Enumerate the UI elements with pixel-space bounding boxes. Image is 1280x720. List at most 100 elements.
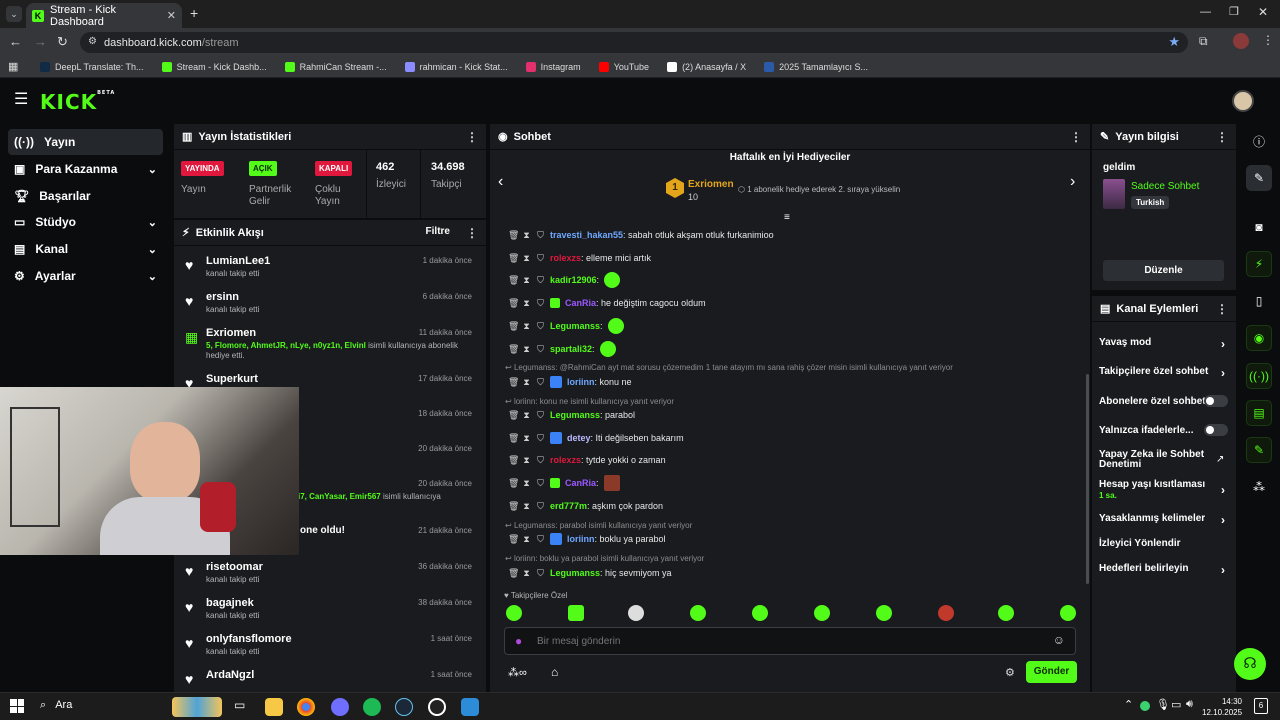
- steam-icon[interactable]: [395, 698, 413, 716]
- timeout-icon[interactable]: ⧗: [522, 321, 531, 332]
- chat-username[interactable]: Legumanss: [550, 410, 600, 420]
- timeout-icon[interactable]: ⧗: [522, 298, 531, 309]
- new-tab-icon[interactable]: +: [190, 5, 198, 21]
- delete-icon[interactable]: 🗑︎: [508, 501, 519, 512]
- browser-tab[interactable]: K Stream - Kick Dashboard ✕: [26, 3, 182, 28]
- bookmark[interactable]: YouTube: [598, 61, 649, 72]
- edit-pencil-icon[interactable]: ✎: [1246, 165, 1272, 191]
- emote-icon[interactable]: [628, 605, 644, 621]
- chat-message-input[interactable]: [537, 632, 1037, 650]
- emote-icon[interactable]: [568, 605, 584, 621]
- ban-icon[interactable]: ⛉: [536, 275, 545, 286]
- delete-icon[interactable]: 🗑︎: [508, 344, 519, 355]
- ban-icon[interactable]: ⛉: [536, 478, 545, 489]
- chat-username[interactable]: Legumanss: [550, 321, 600, 331]
- bookmark[interactable]: RahmiCan Stream -...: [284, 61, 387, 72]
- reload-icon[interactable]: ↻: [57, 34, 68, 50]
- chat-bubble-icon[interactable]: ◉: [1246, 325, 1272, 351]
- chat-username[interactable]: kadir12906: [550, 275, 597, 285]
- bolt-icon[interactable]: ⚡︎: [1246, 251, 1272, 277]
- timeout-icon[interactable]: ⧗: [522, 410, 531, 421]
- bookmark[interactable]: rahmican - Kick Stat...: [404, 61, 508, 72]
- forward-icon[interactable]: →: [34, 34, 47, 49]
- kick-logo[interactable]: KICKBETA: [40, 90, 115, 114]
- sidebar-item-studyo[interactable]: ▭ Stüdyo ⌄: [8, 209, 163, 235]
- bookmark[interactable]: (2) Anasayfa / X: [667, 61, 746, 72]
- action-banned-words[interactable]: Yasaklanmış kelimeler ›: [1099, 513, 1229, 527]
- kebab-menu-icon[interactable]: ⋮: [466, 226, 478, 240]
- back-icon[interactable]: ←: [9, 34, 22, 49]
- timeout-icon[interactable]: ⧗: [522, 478, 531, 489]
- subscribers-only-toggle[interactable]: [1204, 395, 1228, 407]
- chat-username[interactable]: rolexzs: [550, 253, 581, 263]
- delete-icon[interactable]: 🗑︎: [508, 275, 519, 286]
- ban-icon[interactable]: ⛉: [536, 455, 545, 466]
- kebab-menu-icon[interactable]: ⋮: [1216, 130, 1228, 144]
- bookmark[interactable]: DeepL Translate: Th...: [40, 61, 144, 72]
- bookmark[interactable]: Instagram: [525, 61, 581, 72]
- delete-icon[interactable]: 🗑︎: [508, 298, 519, 309]
- emote-icon[interactable]: [506, 605, 522, 621]
- chevron-left-icon[interactable]: ‹: [498, 173, 503, 191]
- points-icon[interactable]: ⁂: [1246, 474, 1272, 500]
- volume-icon[interactable]: 🔊︎: [1186, 698, 1193, 711]
- chat-username[interactable]: detey: [567, 433, 591, 443]
- chat-username[interactable]: rolexzs: [550, 455, 581, 465]
- tray-mic-icon[interactable]: 🎙︎: [1156, 698, 1170, 711]
- timeout-icon[interactable]: ⧗: [522, 275, 531, 286]
- emote-icon[interactable]: [998, 605, 1014, 621]
- timeout-icon[interactable]: ⧗: [522, 568, 531, 579]
- bookmark[interactable]: Stream - Kick Dashb...: [161, 61, 267, 72]
- tab-close-icon[interactable]: ✕: [167, 9, 176, 22]
- chat-username[interactable]: erd777m: [550, 501, 587, 511]
- points-infinity-icon[interactable]: ⁂∞: [508, 666, 527, 679]
- action-host-viewers[interactable]: İzleyici Yönlendir: [1099, 538, 1229, 549]
- emote-icon[interactable]: [814, 605, 830, 621]
- send-button[interactable]: Gönder: [1026, 661, 1077, 683]
- restore-icon[interactable]: ❐: [1229, 5, 1239, 18]
- ban-icon[interactable]: ⛉: [536, 377, 545, 388]
- ban-icon[interactable]: ⛉: [536, 253, 545, 264]
- taskbar-search[interactable]: ⌕ Ara: [40, 699, 72, 712]
- sidebar-item-yayin[interactable]: ((·)) Yayın: [8, 129, 163, 155]
- kebab-menu-icon[interactable]: ⋮: [1070, 130, 1082, 144]
- wrench-icon[interactable]: ✎: [1246, 437, 1272, 463]
- chat-scrollbar[interactable]: [1086, 374, 1089, 584]
- action-followers-only[interactable]: Takipçilere özel sohbet ›: [1099, 366, 1229, 380]
- ban-icon[interactable]: ⛉: [536, 321, 545, 332]
- user-avatar[interactable]: [1232, 90, 1254, 112]
- ban-icon[interactable]: ⛉: [536, 501, 545, 512]
- timeout-icon[interactable]: ⧗: [522, 455, 531, 466]
- action-account-age[interactable]: Hesap yaşı kısıtlaması › 1 sa.: [1099, 479, 1229, 500]
- url-field[interactable]: ⚙ dashboard.kick.com/stream ★: [80, 32, 1188, 53]
- taskbar-clock[interactable]: 14:30 12.10.2025: [1202, 696, 1242, 718]
- notification-badge[interactable]: 6: [1254, 698, 1268, 714]
- emoji-icon[interactable]: ☺: [1053, 633, 1065, 647]
- timeout-icon[interactable]: ⧗: [522, 344, 531, 355]
- delete-icon[interactable]: 🗑︎: [508, 230, 519, 241]
- ban-icon[interactable]: ⛉: [536, 433, 545, 444]
- filter-button[interactable]: Filtre: [426, 226, 450, 237]
- bookmark-star-icon[interactable]: ★: [1168, 34, 1180, 50]
- action-set-goals[interactable]: Hedefleri belirleyin ›: [1099, 563, 1229, 577]
- kebab-menu-icon[interactable]: ⋮: [1216, 302, 1228, 316]
- ban-icon[interactable]: ⛉: [536, 534, 545, 545]
- timeout-icon[interactable]: ⧗: [522, 534, 531, 545]
- action-slow-mode[interactable]: Yavaş mod ›: [1099, 337, 1229, 351]
- tray-chevron-icon[interactable]: ⌃: [1124, 698, 1133, 711]
- window-close-icon[interactable]: ✕: [1258, 5, 1268, 19]
- chat-username[interactable]: spartali32: [550, 344, 592, 354]
- kebab-menu-icon[interactable]: ⋮: [466, 130, 478, 144]
- sidebar-item-para-kazanma[interactable]: ▣ Para Kazanma ⌄: [8, 156, 163, 182]
- timeout-icon[interactable]: ⧗: [522, 253, 531, 264]
- spotify-icon[interactable]: [363, 698, 381, 716]
- discord-icon[interactable]: [331, 698, 349, 716]
- store-icon[interactable]: ⌂: [551, 665, 558, 679]
- ban-icon[interactable]: ⛉: [536, 230, 545, 241]
- ban-icon[interactable]: ⛉: [536, 344, 545, 355]
- tray-status-icon[interactable]: [1140, 701, 1150, 711]
- apps-grid-icon[interactable]: ▦: [8, 60, 18, 73]
- timeout-icon[interactable]: ⧗: [522, 230, 531, 241]
- ban-icon[interactable]: ⛉: [536, 410, 545, 421]
- delete-icon[interactable]: 🗑︎: [508, 433, 519, 444]
